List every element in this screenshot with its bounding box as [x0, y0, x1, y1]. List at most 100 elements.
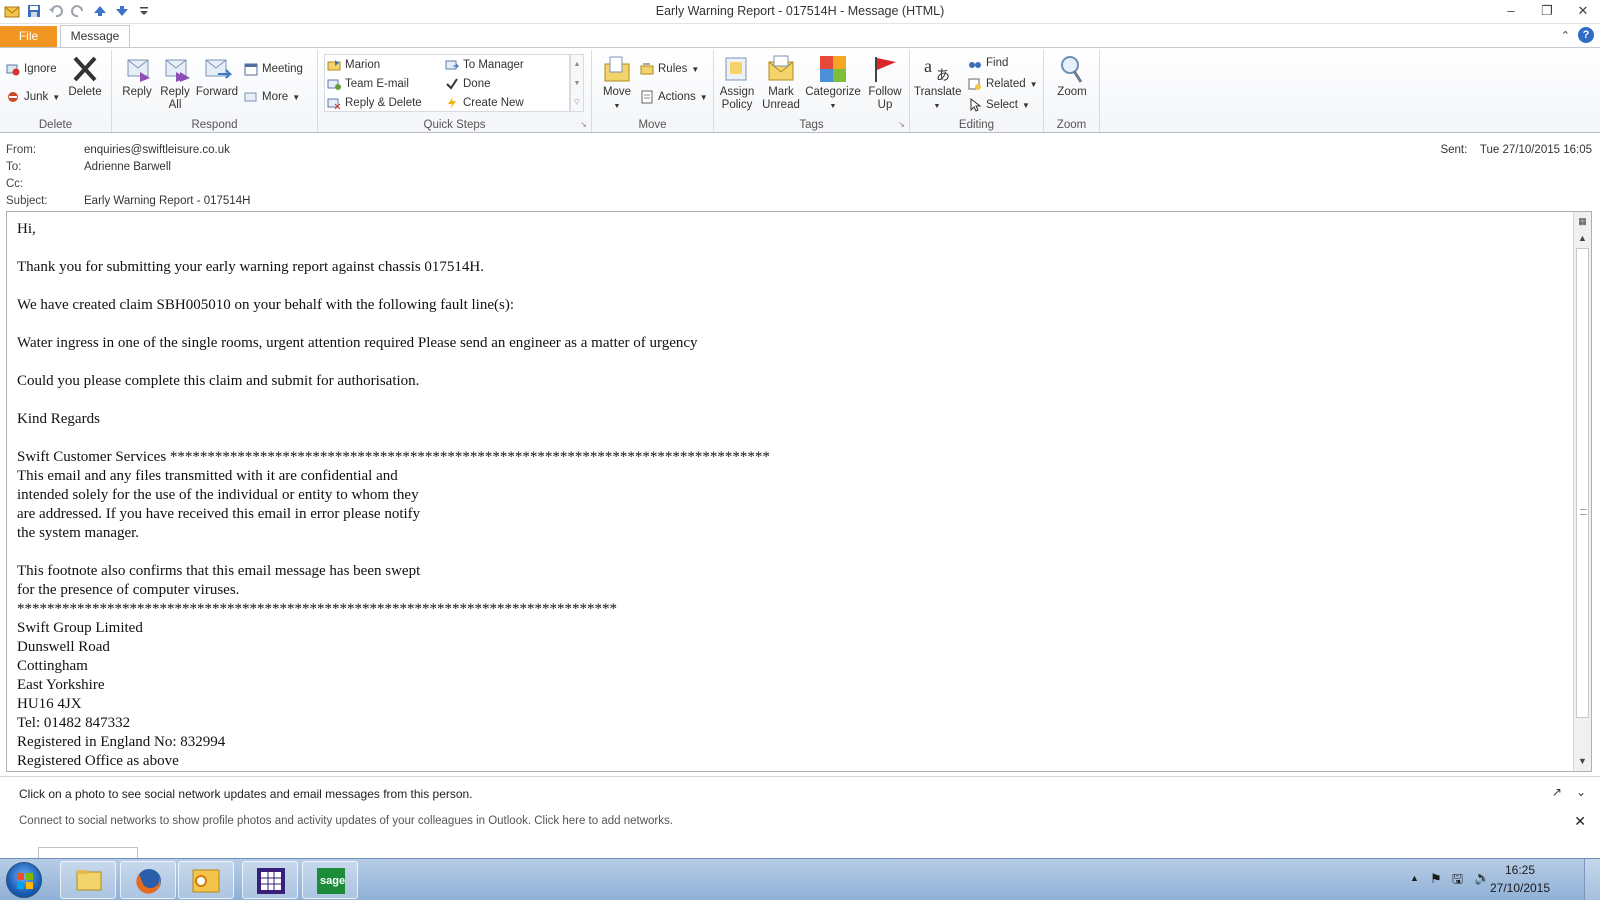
assign-policy-label-1: Assign [719, 86, 755, 98]
more-icon [244, 90, 258, 104]
close-icon[interactable]: ✕ [1574, 813, 1586, 830]
flag-icon [870, 54, 900, 84]
translate-button[interactable]: aあ Translate ▼ [914, 54, 962, 113]
categorize-icon [818, 54, 848, 84]
action-center-flag-icon[interactable]: ⚑ [1430, 871, 1442, 887]
find-button[interactable]: Find [968, 56, 1008, 70]
select-button[interactable]: Select ▼ [968, 97, 1030, 112]
close-window-button[interactable]: ✕ [1572, 2, 1594, 20]
delete-button[interactable]: Delete [62, 54, 108, 99]
footer-line: the system manager. [17, 525, 140, 541]
window-title: Early Warning Report - 017514H - Message… [655, 4, 945, 18]
sent-value: Tue 27/10/2015 16:05 [1479, 144, 1592, 156]
categorize-label: Categorize [805, 86, 861, 98]
quickstep-marion[interactable]: Marion [327, 58, 380, 72]
follow-up-button[interactable]: Follow Up [862, 54, 908, 112]
vertical-scrollbar[interactable]: ▦ ▲ ▼ [1573, 212, 1591, 771]
from-value[interactable]: enquiries@swiftleisure.co.uk [84, 144, 230, 156]
move-button[interactable]: Move ▼ [594, 54, 640, 113]
title-bar: Early Warning Report - 017514H - Message… [0, 0, 1600, 24]
quickstep-to-manager[interactable]: To Manager [445, 58, 524, 72]
ribbon: Ignore Junk ▼ Delete Delete Reply Reply … [0, 47, 1600, 133]
follow-up-label-2: Up [877, 99, 893, 111]
from-label: From: [6, 144, 37, 156]
more-button[interactable]: More ▼ [244, 90, 300, 104]
tab-message[interactable]: Message [60, 25, 130, 48]
footer-line: This footnote also confirms that this em… [17, 563, 421, 579]
sent-info: Sent: Tue 27/10/2015 16:05 [1440, 144, 1592, 156]
dialog-launcher-icon[interactable]: ↘ [898, 120, 905, 129]
network-icon[interactable]: 🖫 [1452, 870, 1463, 892]
tab-file[interactable]: File [0, 26, 57, 48]
view-options-icon[interactable]: ▦ [1576, 215, 1589, 228]
restore-button[interactable]: ❐ [1536, 2, 1558, 20]
actions-button[interactable]: Actions ▼ [640, 90, 708, 104]
expand-icon[interactable]: ↗ [1552, 785, 1562, 799]
reply-icon [122, 54, 152, 84]
categorize-button[interactable]: Categorize ▼ [804, 54, 862, 113]
reply-all-label-1: Reply [160, 86, 190, 98]
chevron-down-icon[interactable]: ⌄ [1576, 785, 1586, 799]
from-row: From: enquiries@swiftleisure.co.uk [6, 144, 230, 156]
delete-group: Ignore Junk ▼ Delete Delete [0, 50, 112, 132]
junk-label: Junk [24, 91, 49, 103]
add-networks-link[interactable]: Connect to social networks to show profi… [19, 815, 673, 827]
clock-time[interactable]: 16:25 [1480, 863, 1560, 877]
taskbar-sage[interactable]: sage [302, 861, 358, 899]
ribbon-tabs: File Message ⌃ ? [0, 24, 1600, 48]
window-controls: – ❐ ✕ [1500, 2, 1594, 20]
quick-steps-scroll[interactable]: ▲ ▼ ▽ [570, 54, 584, 112]
scroll-up-arrow[interactable]: ▲ [1576, 232, 1589, 245]
junk-button[interactable]: Junk ▼ [6, 90, 60, 104]
tags-group-label: Tags [799, 119, 824, 131]
minimize-ribbon-icon[interactable]: ⌃ [1561, 29, 1570, 42]
quick-steps-gallery: Marion To Manager Team E-mail Done Reply… [324, 54, 570, 112]
junk-icon [6, 90, 20, 104]
start-button[interactable] [6, 862, 42, 898]
zoom-button[interactable]: Zoom [1049, 54, 1095, 99]
ignore-button[interactable]: Ignore [6, 62, 57, 76]
folder-icon [76, 870, 102, 891]
quickstep-reply-delete[interactable]: Reply & Delete [327, 96, 422, 110]
body-paragraph-3: Water ingress in one of the single rooms… [17, 335, 698, 351]
quickstep-done[interactable]: Done [445, 77, 491, 91]
show-hidden-icons-icon[interactable]: ▲ [1410, 873, 1419, 883]
scroll-down-arrow[interactable]: ▼ [1576, 755, 1589, 768]
taskbar-firefox[interactable] [120, 861, 176, 899]
forward-button[interactable]: Forward [194, 54, 240, 99]
message-body-frame[interactable]: Hi, Thank you for submitting your early … [6, 211, 1592, 772]
people-pane-message: Click on a photo to see social network u… [19, 787, 473, 801]
rules-button[interactable]: Rules ▼ [640, 62, 699, 76]
firefox-icon [136, 869, 161, 894]
dropdown-arrow-icon: ▼ [1021, 100, 1030, 110]
minimize-button[interactable]: – [1500, 2, 1522, 20]
related-button[interactable]: Related ▼ [968, 77, 1038, 91]
taskbar-explorer[interactable] [60, 861, 116, 899]
assign-policy-button[interactable]: Assign Policy [714, 54, 760, 112]
footer-line: are addressed. If you have received this… [17, 506, 421, 522]
dialog-launcher-icon[interactable]: ↘ [580, 120, 587, 129]
people-pane: Click on a photo to see social network u… [0, 776, 1600, 859]
mark-unread-button[interactable]: Mark Unread [758, 54, 804, 112]
zoom-group-label: Zoom [1056, 119, 1087, 131]
help-icon[interactable]: ? [1578, 27, 1594, 43]
body-paragraph-4: Could you please complete this claim and… [17, 373, 420, 389]
forward-label: Forward [195, 86, 239, 98]
body-paragraph-1: Thank you for submitting your early warn… [17, 259, 484, 275]
to-value[interactable]: Adrienne Barwell [84, 161, 171, 173]
scroll-thumb[interactable] [1576, 248, 1589, 718]
quickstep-create-new[interactable]: Create New [445, 96, 524, 110]
footer-block-2: This footnote also confirms that this em… [17, 562, 1557, 771]
taskbar-outlook[interactable] [178, 861, 234, 899]
reply-label: Reply [122, 86, 152, 98]
show-desktop-button[interactable] [1584, 859, 1600, 900]
reply-all-button[interactable]: Reply All [152, 54, 198, 112]
ignore-label: Ignore [24, 63, 57, 75]
dropdown-arrow-icon: ▼ [292, 92, 301, 102]
meeting-button[interactable]: Meeting [244, 62, 303, 76]
quickstep-team-email[interactable]: Team E-mail [327, 77, 409, 91]
taskbar-calculator[interactable] [242, 861, 298, 899]
body-paragraph-5: Kind Regards [17, 411, 100, 427]
follow-up-label-1: Follow [868, 86, 902, 98]
clock-date[interactable]: 27/10/2015 [1480, 881, 1560, 895]
